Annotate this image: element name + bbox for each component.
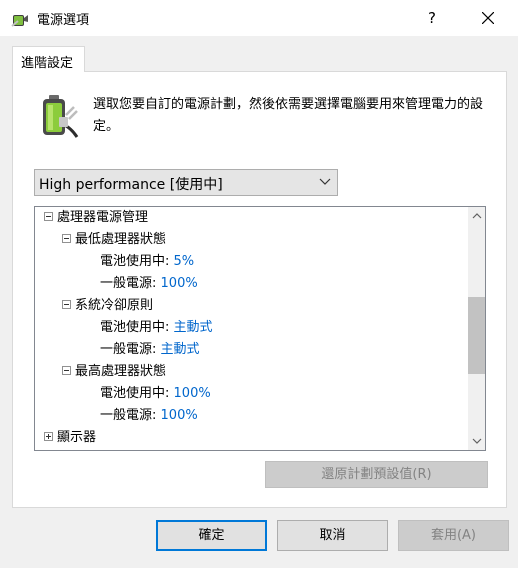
close-icon [481,11,495,24]
setting-value[interactable]: 主動式 [174,320,213,335]
tree-item-min-state-ac[interactable]: 一般電源: 100% [100,273,198,295]
scroll-up-button[interactable] [468,207,485,224]
window-title: 電源選項 [37,13,90,28]
close-button[interactable] [470,2,506,34]
description-text: 選取您要自訂的電源計劃，然後依需要選擇電腦要用來管理電力的設定。 [93,97,484,134]
setting-value[interactable]: 100% [174,386,211,401]
ok-button[interactable]: 確定 [156,520,267,551]
tree-item-max-state-ac[interactable]: 一般電源: 100% [100,405,198,427]
chevron-down-icon [472,438,481,444]
tree-item-min-state-battery[interactable]: 電池使用中: 5% [100,251,194,273]
chevron-up-icon [472,213,481,219]
help-button[interactable]: ? [414,2,450,34]
collapse-icon[interactable] [44,212,53,221]
settings-tree[interactable]: 處理器電源管理 最低處理器狀態 電池使用中: 5% 一般電源: 100% 系統冷… [34,206,486,451]
tree-item-max-processor-state[interactable]: 最高處理器狀態 [62,361,166,383]
tree-item-cooling-policy[interactable]: 系統冷卻原則 [62,295,153,317]
tree-item-processor[interactable]: 處理器電源管理 [44,207,148,229]
expand-icon[interactable] [44,432,53,441]
tab-advanced-settings[interactable]: 進階設定 [12,46,85,72]
tree-item-max-state-battery[interactable]: 電池使用中: 100% [100,383,211,405]
battery-plug-icon [43,95,79,138]
setting-value[interactable]: 100% [161,276,198,291]
scroll-down-button[interactable] [468,433,485,450]
setting-value[interactable]: 主動式 [161,342,200,357]
chevron-down-icon [319,178,331,185]
tree-item-cooling-ac[interactable]: 一般電源: 主動式 [100,339,200,361]
tree-item-display[interactable]: 顯示器 [44,427,96,449]
cancel-button[interactable]: 取消 [277,520,388,551]
scrollbar-thumb[interactable] [468,297,485,374]
power-options-icon [11,15,28,27]
restore-defaults-button[interactable]: 還原計劃預設值(R) [265,461,488,488]
tree-item-cooling-battery[interactable]: 電池使用中: 主動式 [100,317,213,339]
title-bar[interactable]: 電源選項 ? [0,0,518,36]
advanced-settings-panel: 選取您要自訂的電源計劃，然後依需要選擇電腦要用來管理電力的設定。 High pe… [12,71,507,508]
setting-value[interactable]: 5% [174,254,195,269]
collapse-icon[interactable] [62,366,71,375]
power-plan-value: High performance [使用中] [39,177,223,193]
vertical-scrollbar[interactable] [468,207,485,450]
power-plan-dropdown[interactable]: High performance [使用中] [34,169,338,196]
tree-item-min-processor-state[interactable]: 最低處理器狀態 [62,229,166,251]
collapse-icon[interactable] [62,234,71,243]
power-options-dialog: 電源選項 ? 進階設定 選取您要自訂的電源計劃，然後依需要選擇電腦要用來管理電力… [0,0,518,568]
collapse-icon[interactable] [62,300,71,309]
setting-value[interactable]: 100% [161,408,198,423]
apply-button[interactable]: 套用(A) [398,520,509,551]
